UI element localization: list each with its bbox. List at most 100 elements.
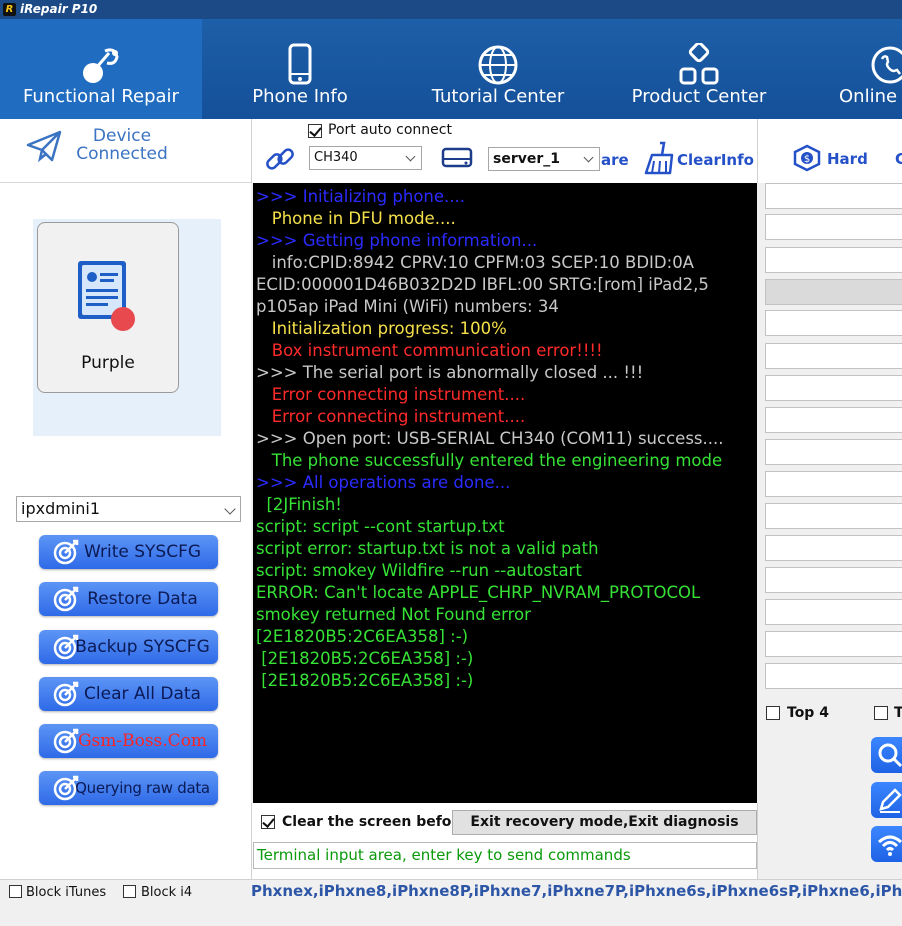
svg-text:$: $ [804, 154, 810, 165]
console-line: script: script --cont startup.txt [256, 517, 505, 536]
info-field[interactable] [765, 471, 902, 497]
top4-label: Top 4 [787, 705, 829, 721]
search-icon [878, 743, 902, 768]
app-logo-icon: R [3, 3, 16, 16]
grid-icon [679, 43, 719, 85]
console-line: [2E1820B5:2C6EA358] :-) [256, 649, 474, 668]
info-field[interactable] [765, 407, 902, 433]
console-line: smokey returned Not Found error [256, 605, 531, 624]
console-line: >>> Open port: USB-SERIAL CH340 (COM11) … [256, 429, 724, 448]
write-syscfg-button[interactable]: Write SYSCFG [39, 535, 218, 569]
info-field[interactable] [765, 247, 902, 273]
port-auto-connect-checkbox[interactable] [308, 124, 322, 138]
server-select[interactable]: server_1 [488, 147, 600, 171]
console-line: script error: startup.txt is not a valid… [256, 539, 599, 558]
edit-icon [879, 788, 902, 813]
title-bar: R iRepair P10 [0, 0, 902, 19]
t-label: T [894, 705, 902, 721]
target-icon [53, 775, 79, 801]
wifi-button[interactable] [871, 826, 902, 862]
nav-label: Functional Repair [23, 86, 179, 107]
port-select[interactable]: CH340 [309, 146, 422, 170]
nav-product-center[interactable]: Product Center [598, 19, 800, 119]
supported-models-ticker: Phxnex,iPhxne8,iPhxne8P,iPhxne7,iPhxne7P… [251, 882, 902, 900]
backup-syscfg-button[interactable]: Backup SYSCFG [39, 630, 218, 664]
console-line: script: smokey Wildfire --run --autostar… [256, 561, 582, 580]
paper-plane-icon [26, 130, 62, 163]
info-field[interactable] [765, 503, 902, 529]
info-field[interactable] [765, 343, 902, 369]
console-line: >>> The serial port is abnormally closed… [256, 363, 644, 382]
nav-functional-repair[interactable]: Functional Repair [0, 19, 202, 119]
chevron-down-icon [583, 152, 594, 163]
edit-button[interactable] [871, 782, 902, 818]
nav-label: Online S [839, 86, 902, 107]
stethoscope-icon [83, 48, 119, 83]
console-line: ERROR: Can't locate APPLE_CHRP_NVRAM_PRO… [256, 583, 701, 602]
info-field[interactable] [765, 535, 902, 561]
block-i4-checkbox[interactable] [123, 885, 136, 898]
hard-next-link[interactable]: C [895, 150, 902, 168]
target-icon [53, 634, 79, 660]
info-field[interactable] [765, 375, 902, 401]
info-field[interactable] [765, 183, 902, 209]
console-line: >>> All operations are done... [256, 473, 511, 492]
nav-tutorial-center[interactable]: Tutorial Center [398, 19, 598, 119]
model-select[interactable]: ipxdmini1 [16, 496, 241, 522]
window-title: iRepair P10 [20, 2, 98, 16]
device-status-text: Device Connected [76, 126, 168, 164]
console-line: >>> Getting phone information... [256, 231, 538, 250]
querying-raw-data-button[interactable]: Querying raw data [39, 771, 218, 805]
right-toolbar: $ Hard C [758, 119, 902, 183]
drive-icon[interactable] [440, 145, 474, 171]
console-line: Phone in DFU mode.... [256, 209, 456, 228]
support-icon [871, 46, 902, 84]
info-field[interactable] [765, 567, 902, 593]
console-line: >>> Initializing phone.... [256, 187, 465, 206]
top4-checkbox[interactable] [766, 706, 780, 720]
target-icon [53, 586, 79, 612]
info-field[interactable] [765, 663, 902, 689]
connection-toolbar: Port auto connect CH340 server_1 are Cle… [251, 119, 758, 183]
status-bar: Block iTunes Block i4 Phxnex,iPhxne8,iPh… [0, 879, 902, 926]
info-field[interactable] [765, 631, 902, 657]
info-field[interactable] [765, 310, 902, 336]
info-field[interactable] [765, 279, 902, 305]
exit-recovery-button[interactable]: Exit recovery mode,Exit diagnosis [452, 810, 757, 835]
hard-link[interactable]: Hard [827, 150, 868, 168]
console-line: [2JFinish! [256, 495, 342, 514]
console-line: [2E1820B5:2C6EA358] :-) [256, 671, 474, 690]
hardware-link[interactable]: are [601, 151, 629, 169]
console-line: The phone successfully entered the engin… [256, 451, 723, 470]
info-field[interactable] [765, 439, 902, 465]
broom-icon[interactable] [642, 141, 674, 175]
gsm-boss-button[interactable]: Gsm-Boss.Com [39, 724, 218, 758]
restore-data-button[interactable]: Restore Data [39, 582, 218, 616]
console-controls: Clear the screen before sending Exit rec… [251, 803, 758, 879]
clear-info-link[interactable]: ClearInfo [677, 151, 754, 169]
device-status: Device Connected [0, 119, 251, 183]
right-panel: $ Hard C Top 4 T [758, 119, 902, 879]
console-line: Initialization progress: 100% [256, 319, 507, 338]
app-window: R iRepair P10 Functional Repair Phone In… [0, 0, 902, 926]
console-line: Error connecting instrument.... [256, 407, 526, 426]
port-auto-connect-label: Port auto connect [328, 122, 452, 138]
info-field[interactable] [765, 214, 902, 240]
block-itunes-label: Block iTunes [26, 885, 107, 900]
terminal-input[interactable]: Terminal input area, enter key to send c… [253, 842, 757, 869]
clear-all-data-button[interactable]: Clear All Data [39, 677, 218, 711]
nav-phone-info[interactable]: Phone Info [202, 19, 398, 119]
hardware-icon[interactable]: $ [792, 144, 822, 172]
info-field[interactable] [765, 599, 902, 625]
console-line: [2E1820B5:2C6EA358] :-) [256, 627, 469, 646]
nav-online-support[interactable]: Online S [800, 19, 902, 119]
chain-link-icon[interactable] [264, 143, 296, 175]
block-i4-label: Block i4 [141, 885, 193, 900]
nav-label: Tutorial Center [431, 86, 565, 107]
clear-before-send-checkbox[interactable] [261, 815, 275, 829]
search-button[interactable] [871, 737, 902, 773]
device-card[interactable]: Purple [37, 222, 179, 393]
block-itunes-checkbox[interactable] [9, 885, 22, 898]
t-checkbox[interactable] [874, 706, 888, 720]
nav-label: Phone Info [252, 86, 348, 107]
